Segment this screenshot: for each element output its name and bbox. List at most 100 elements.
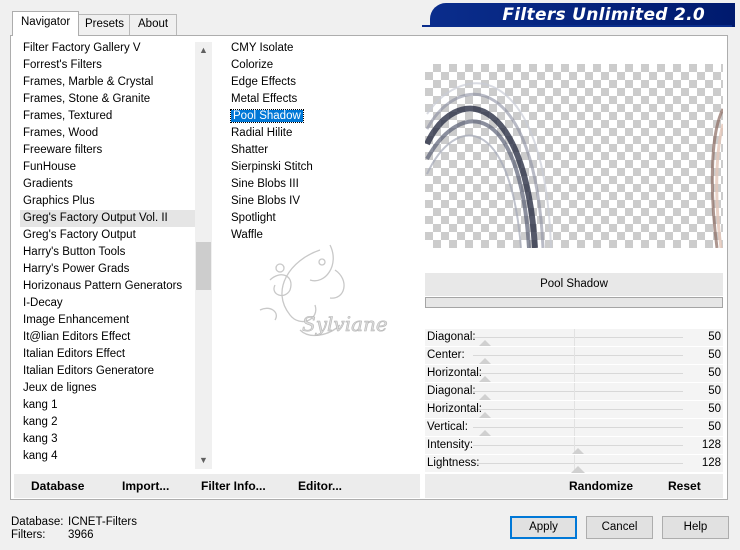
filter-item[interactable]: CMY Isolate (228, 40, 413, 57)
category-item[interactable]: Italian Editors Generatore (20, 363, 195, 380)
reset-button[interactable]: Reset (668, 479, 701, 493)
category-item[interactable]: Forrest's Filters (20, 57, 195, 74)
filter-progress-bar (425, 297, 723, 308)
category-item[interactable]: I-Decay (20, 295, 195, 312)
parameter-value: 128 (701, 457, 721, 469)
scroll-thumb[interactable] (196, 242, 211, 290)
filters-unlimited-banner: Filters Unlimited 2.0 (422, 3, 735, 27)
watermark-ornament-icon (259, 244, 345, 337)
tab-presets[interactable]: Presets (76, 14, 133, 35)
filter-item[interactable]: Sierpinski Stitch (228, 159, 413, 176)
category-item[interactable]: kang 2 (20, 414, 195, 431)
tab-about[interactable]: About (129, 14, 178, 35)
category-item[interactable]: Greg's Factory Output (20, 227, 195, 244)
filter-item[interactable]: Spotlight (228, 210, 413, 227)
category-item[interactable]: Image Enhancement (20, 312, 195, 329)
editor-button[interactable]: Editor... (298, 479, 342, 493)
scroll-up-icon[interactable]: ▲ (195, 42, 212, 59)
filter-item-label: Pool Shadow (230, 109, 304, 123)
slider-track[interactable] (473, 355, 683, 356)
filter-title: Pool Shadow (425, 273, 723, 296)
category-item[interactable]: Frames, Textured (20, 108, 195, 125)
filter-item[interactable]: Shatter (228, 142, 413, 159)
category-item[interactable]: kang 1 (20, 397, 195, 414)
slider-center-tick (574, 383, 575, 401)
category-list[interactable]: Filter Factory Gallery V Forrest's Filter… (20, 40, 195, 472)
category-item[interactable]: Italian Editors Effect (20, 346, 195, 363)
slider-center-tick (574, 419, 575, 437)
category-item[interactable]: It@lian Editors Effect (20, 329, 195, 346)
slider-track[interactable] (473, 427, 683, 428)
filter-item[interactable]: Pool Shadow (228, 108, 413, 125)
filter-item-label: Sierpinski Stitch (231, 161, 313, 173)
filter-item[interactable]: Edge Effects (228, 74, 413, 91)
apply-button[interactable]: Apply (510, 516, 577, 539)
category-item[interactable]: Graphics Plus (20, 193, 195, 210)
database-button[interactable]: Database (31, 479, 84, 493)
parameter-value: 50 (708, 367, 721, 379)
filter-item-label: Sine Blobs IV (231, 195, 301, 207)
cancel-button[interactable]: Cancel (586, 516, 653, 539)
category-item[interactable]: kang 3 (20, 431, 195, 448)
parameter-value: 50 (708, 421, 721, 433)
filter-item-label: Metal Effects (231, 93, 298, 105)
parameter-label: Horizontal: (427, 403, 482, 415)
parameter-value: 50 (708, 385, 721, 397)
scroll-down-icon[interactable]: ▼ (195, 452, 212, 469)
parameter-value: 50 (708, 403, 721, 415)
watermark: Sylviane (250, 240, 410, 360)
filter-info-button[interactable]: Filter Info... (201, 479, 266, 493)
category-item[interactable]: kang 4 (20, 448, 195, 465)
filter-item[interactable]: Sine Blobs IV (228, 193, 413, 210)
parameter-row: Center: 50 (425, 346, 723, 365)
parameter-row: Diagonal: 50 (425, 382, 723, 401)
parameter-label: Intensity: (427, 439, 474, 451)
preview-image (425, 82, 723, 248)
category-item[interactable]: Jeux de lignes (20, 380, 195, 397)
parameter-label: Diagonal: (427, 385, 476, 397)
slider-track[interactable] (473, 337, 683, 338)
filter-item[interactable]: Metal Effects (228, 91, 413, 108)
category-item[interactable]: Greg's Factory Output Vol. II (20, 210, 195, 227)
filter-item-label: Spotlight (231, 212, 276, 224)
category-item[interactable]: Frames, Marble & Crystal (20, 74, 195, 91)
filter-item[interactable]: Sine Blobs III (228, 176, 413, 193)
filter-item-label: Radial Hilite (231, 127, 293, 139)
slider-track[interactable] (473, 409, 683, 410)
filter-item[interactable]: Radial Hilite (228, 125, 413, 142)
parameter-sliders: Diagonal: 50 Center: 50 Horizontal: 50 Diagona… (425, 328, 723, 473)
slider-track[interactable] (473, 373, 683, 374)
filter-item[interactable]: Colorize (228, 57, 413, 74)
parameter-label: Horizontal: (427, 367, 482, 379)
category-item[interactable]: Horizonaus Pattern Generators (20, 278, 195, 295)
parameter-row: Diagonal: 50 (425, 328, 723, 347)
slider-center-tick (574, 347, 575, 365)
randomize-button[interactable]: Randomize (569, 479, 633, 493)
help-button[interactable]: Help (662, 516, 729, 539)
category-item[interactable]: Filter Factory Gallery V (20, 40, 195, 57)
category-item[interactable]: Frames, Wood (20, 125, 195, 142)
category-scrollbar[interactable]: ▲ ▼ (195, 42, 212, 469)
slider-track[interactable] (473, 445, 683, 446)
filter-item-label: Colorize (231, 59, 274, 71)
parameter-label: Center: (427, 349, 465, 361)
filter-item-label: Sine Blobs III (231, 178, 299, 190)
category-item[interactable]: Harry's Power Grads (20, 261, 195, 278)
slider-center-tick (574, 365, 575, 383)
slider-track[interactable] (473, 391, 683, 392)
category-item[interactable]: Frames, Stone & Granite (20, 91, 195, 108)
parameter-value: 128 (701, 439, 721, 451)
category-item[interactable]: Gradients (20, 176, 195, 193)
category-item[interactable]: FunHouse (20, 159, 195, 176)
category-item[interactable]: Harry's Button Tools (20, 244, 195, 261)
category-item[interactable]: Freeware filters (20, 142, 195, 159)
tab-navigator[interactable]: Navigator (12, 11, 80, 36)
watermark-text: Sylviane (302, 312, 388, 337)
import-button[interactable]: Import... (122, 479, 169, 493)
filter-list[interactable]: CMY Isolate Colorize Edge Effects Metal Eff… (228, 40, 413, 250)
parameter-row: Horizontal: 50 (425, 364, 723, 383)
slider-thumb[interactable] (571, 466, 585, 473)
slider-track[interactable] (473, 463, 683, 464)
filter-item-label: Shatter (231, 144, 269, 156)
filter-item-label: CMY Isolate (231, 42, 294, 54)
